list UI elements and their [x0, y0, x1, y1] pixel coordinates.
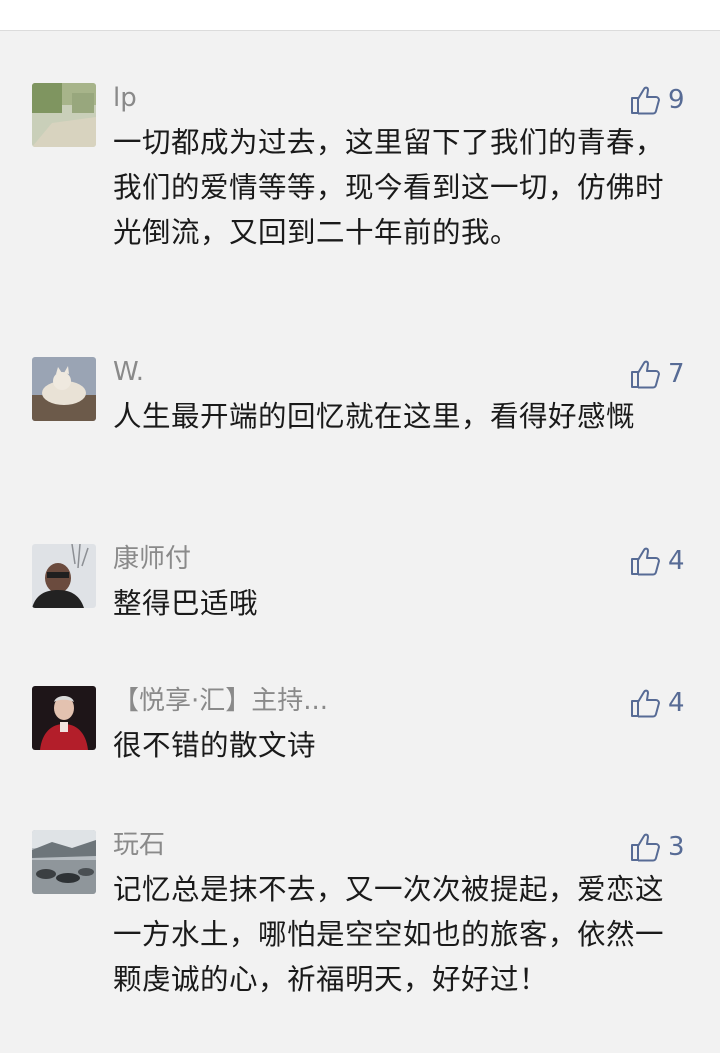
comment-author-name[interactable]: lp [113, 81, 137, 115]
like-button[interactable]: 4 [630, 544, 710, 578]
avatar[interactable] [32, 544, 96, 608]
avatar[interactable] [32, 357, 96, 421]
comment-author-name[interactable]: 【悦享·汇】主持... [113, 684, 328, 718]
like-count: 4 [668, 546, 685, 576]
comment-text: 人生最开端的回忆就在这里，看得好感慨 [113, 400, 636, 433]
comment-text: 整得巴适哦 [113, 587, 259, 620]
like-button[interactable]: 4 [630, 686, 710, 720]
landscape-avatar-icon [32, 83, 96, 147]
avatar[interactable] [32, 830, 96, 894]
like-count: 7 [668, 359, 685, 389]
like-button[interactable]: 7 [630, 357, 710, 391]
thumbs-up-icon [631, 360, 660, 389]
like-count: 4 [668, 688, 685, 718]
cat-avatar-icon [32, 357, 96, 421]
like-button[interactable]: 3 [630, 830, 710, 864]
top-bar [0, 0, 720, 31]
like-count: 9 [668, 85, 685, 115]
thumbs-up-icon [631, 833, 660, 862]
avatar[interactable] [32, 83, 96, 147]
avatar[interactable] [32, 686, 96, 750]
comment-author-name[interactable]: W. [113, 355, 144, 389]
comment-text: 记忆总是抹不去，又一次次被提起，爱恋这一方水土，哪怕是空空如也的旅客，依然一颗虔… [113, 873, 665, 996]
like-count: 3 [668, 832, 685, 862]
comment-author-name[interactable]: 玩石 [113, 828, 165, 862]
thumbs-up-icon [631, 689, 660, 718]
like-button[interactable]: 9 [630, 83, 710, 117]
comment-author-name[interactable]: 康师付 [113, 542, 191, 576]
portrait-avatar-icon [32, 544, 96, 608]
thumbs-up-icon [631, 86, 660, 115]
comment-text: 很不错的散文诗 [113, 729, 317, 762]
thumbs-up-icon [631, 547, 660, 576]
comment-text: 一切都成为过去，这里留下了我们的青春，我们的爱情等等，现今看到这一切，仿佛时光倒… [113, 126, 665, 249]
portrait-avatar-icon [32, 686, 96, 750]
rocks-avatar-icon [32, 830, 96, 894]
